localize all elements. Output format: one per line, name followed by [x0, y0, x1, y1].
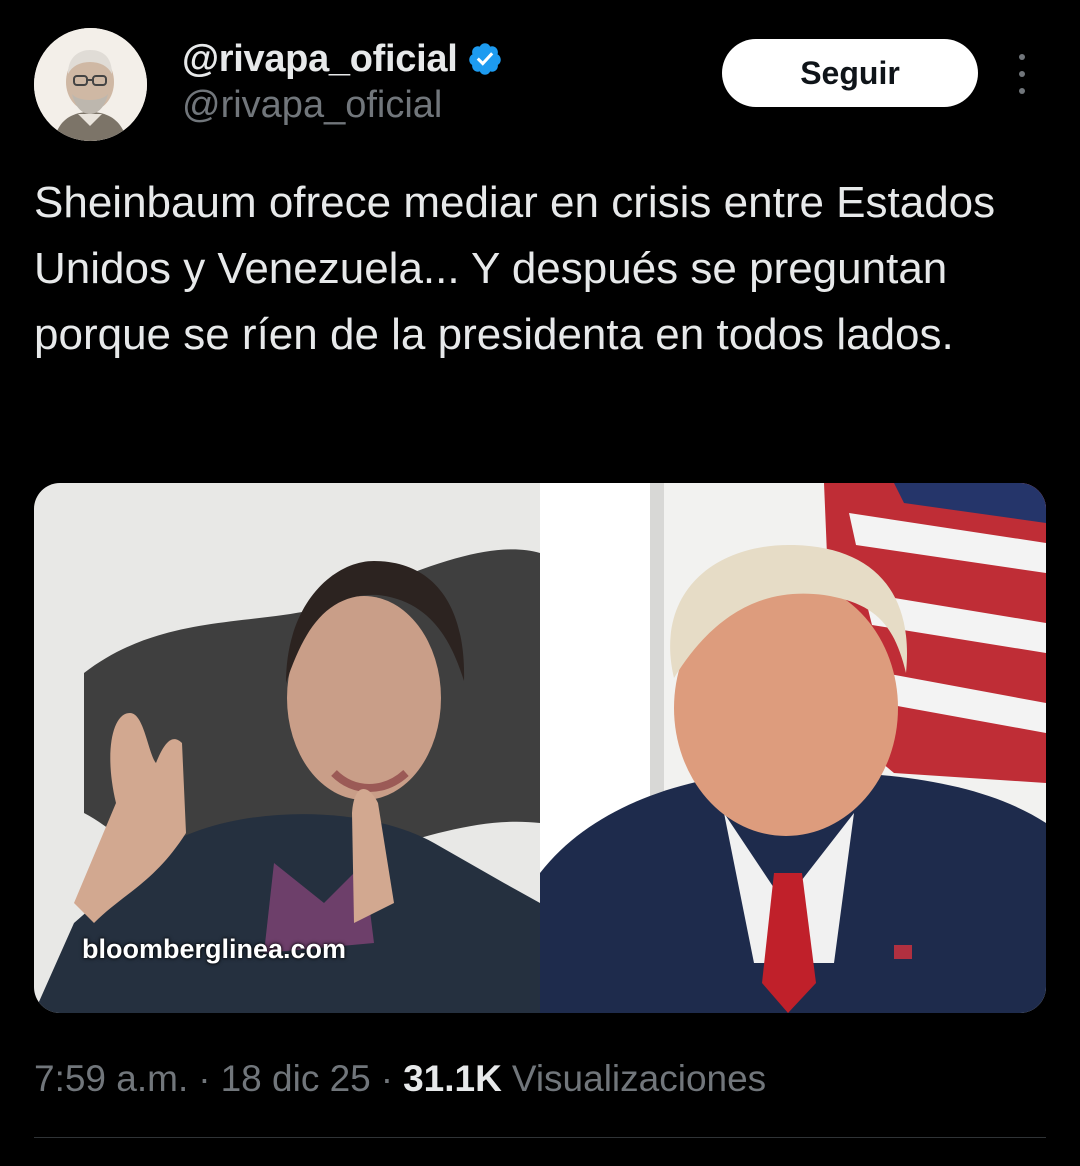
tweet-date[interactable]: 18 dic 25 — [221, 1058, 371, 1100]
avatar[interactable] — [34, 28, 147, 141]
meta-separator: · — [198, 1058, 211, 1099]
more-dot — [1019, 54, 1025, 60]
meta-separator: · — [380, 1058, 394, 1099]
verified-badge-icon — [469, 43, 502, 75]
views-label[interactable]: Visualizaciones — [512, 1058, 766, 1100]
tweet-meta: 7:59 a.m. · 18 dic 25 · 31.1K Visualizac… — [34, 1054, 766, 1104]
follow-button[interactable]: Seguir — [722, 39, 978, 107]
views-count[interactable]: 31.1K — [403, 1058, 502, 1100]
tweet-time[interactable]: 7:59 a.m. — [34, 1058, 188, 1100]
author-handle[interactable]: @rivapa_oficial — [182, 84, 442, 127]
author-name-row: @rivapa_oficial — [182, 36, 503, 82]
more-dot — [1019, 71, 1025, 77]
divider — [34, 1137, 1046, 1138]
tweet-text: Sheinbaum ofrece mediar en crisis entre … — [34, 178, 996, 359]
author-display-name[interactable]: @rivapa_oficial — [182, 38, 458, 81]
media-watermark: bloomberglinea.com — [82, 934, 347, 964]
more-vertical-icon[interactable] — [1010, 54, 1034, 94]
avatar-portrait — [34, 28, 147, 141]
more-dot — [1019, 88, 1025, 94]
